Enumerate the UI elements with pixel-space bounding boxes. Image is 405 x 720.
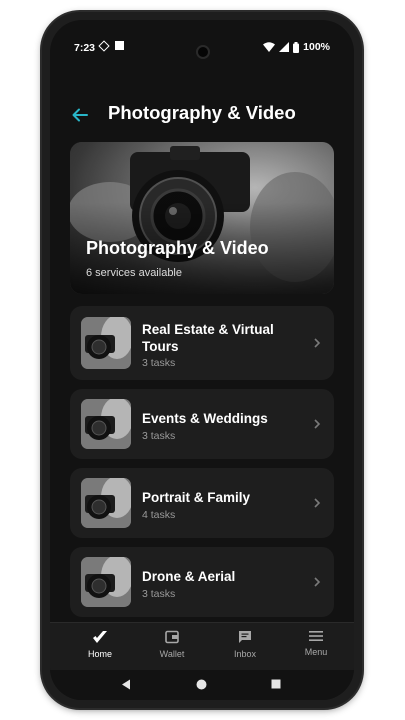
service-list: Real Estate & Virtual Tours 3 tasks Even… (70, 306, 334, 626)
vpn-diamond-icon (98, 39, 110, 52)
arrow-left-icon[interactable] (70, 105, 90, 125)
home-circle-icon[interactable] (196, 679, 207, 690)
service-name: Real Estate & Virtual Tours (142, 322, 274, 354)
service-thumbnail (81, 399, 131, 449)
nav-label: Home (87, 649, 112, 659)
service-task-count: 4 tasks (142, 509, 176, 521)
front-camera (196, 45, 210, 59)
chevron-right-icon (314, 577, 321, 587)
nav-label: Menu (304, 647, 328, 657)
list-item-real-estate[interactable]: Real Estate & Virtual Tours 3 tasks (70, 306, 334, 380)
status-time: 7:23 (74, 42, 96, 54)
chevron-right-icon (314, 338, 321, 348)
nav-wallet[interactable]: Wallet (142, 630, 202, 659)
signal-icon (279, 42, 290, 52)
service-task-count: 3 tasks (142, 357, 176, 369)
wifi-icon (263, 42, 276, 52)
screen: 7:23 100% Photography & Video Photograph… (50, 20, 354, 700)
hero-subtitle: 6 services available (86, 267, 182, 279)
list-item-events-weddings[interactable]: Events & Weddings 3 tasks (70, 389, 334, 459)
page-title: Photography & Video (108, 102, 296, 123)
app-header: Photography & Video (50, 100, 354, 130)
phone-frame: 7:23 100% Photography & Video Photograph… (42, 12, 362, 708)
service-thumbnail (81, 557, 131, 607)
list-item-portrait-family[interactable]: Portrait & Family 4 tasks (70, 468, 334, 538)
nav-label: Wallet (159, 649, 185, 659)
service-thumbnail (81, 478, 131, 528)
inbox-icon (239, 631, 251, 643)
service-name: Drone & Aerial (142, 569, 236, 584)
chevron-right-icon (314, 498, 321, 508)
category-hero-card: Photography & Video 6 services available (70, 142, 334, 294)
menu-icon (309, 631, 323, 641)
hero-title: Photography & Video (86, 238, 269, 258)
wallet-icon (165, 630, 179, 644)
service-name: Portrait & Family (142, 490, 251, 505)
bottom-navigation: Home Wallet Inbox Menu (50, 622, 354, 670)
system-navigation-bar (50, 670, 354, 700)
service-name: Events & Weddings (142, 411, 268, 426)
home-logo-icon (93, 631, 107, 643)
battery-percent: 100% (303, 41, 330, 53)
nav-home[interactable]: Home (70, 630, 130, 659)
notification-square-icon (115, 41, 124, 50)
battery-icon (293, 41, 300, 53)
service-task-count: 3 tasks (142, 430, 176, 442)
service-task-count: 3 tasks (142, 588, 176, 600)
nav-label: Inbox (233, 649, 257, 659)
back-triangle-icon[interactable] (121, 679, 131, 690)
list-item-drone-aerial[interactable]: Drone & Aerial 3 tasks (70, 547, 334, 617)
chevron-right-icon (314, 419, 321, 429)
service-thumbnail (81, 317, 131, 369)
nav-menu[interactable]: Menu (286, 630, 346, 657)
nav-inbox[interactable]: Inbox (215, 630, 275, 659)
recents-square-icon[interactable] (271, 679, 281, 689)
